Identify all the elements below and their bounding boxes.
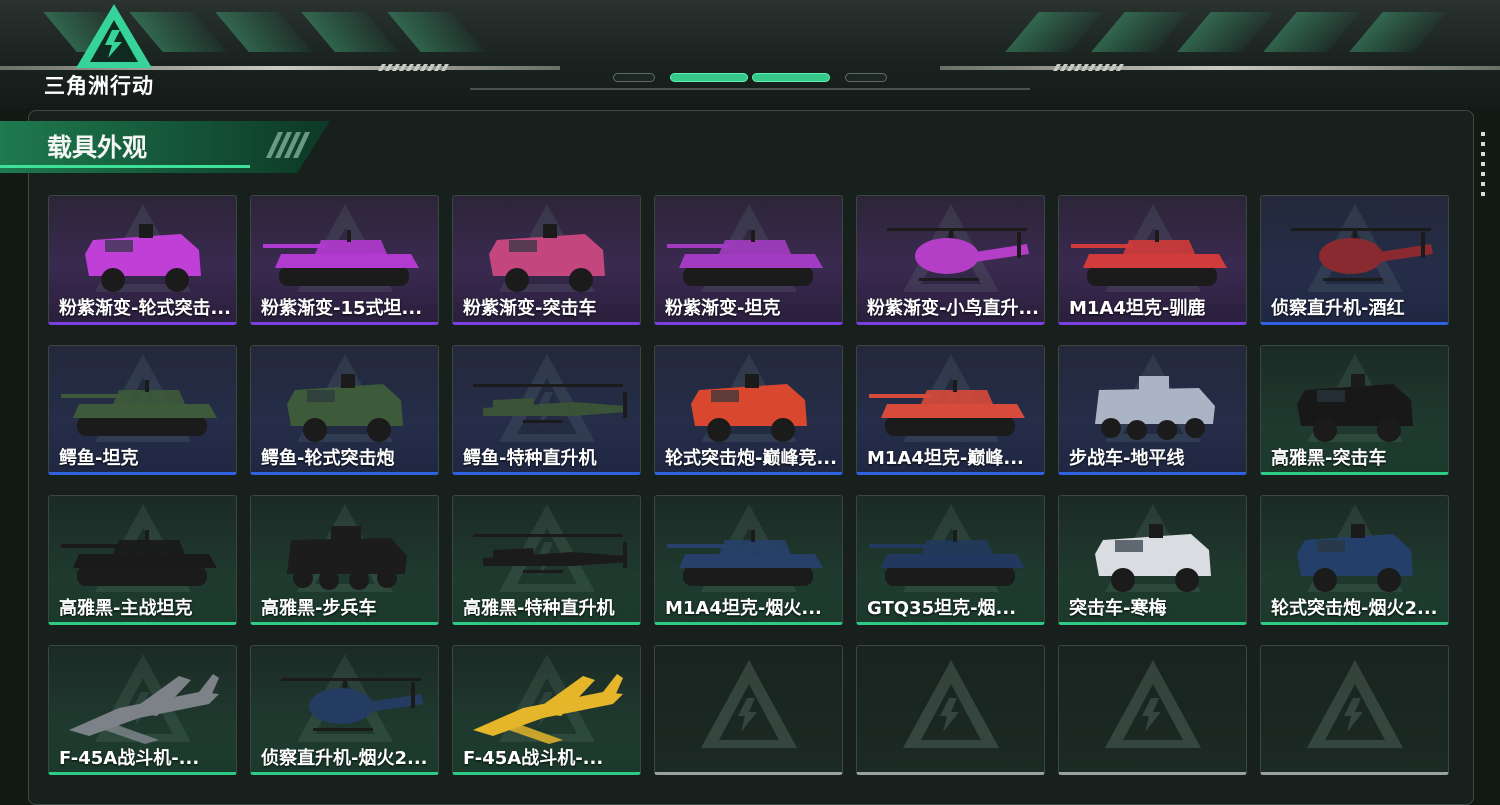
watermark-triangle-icon	[1306, 660, 1403, 748]
attack-helicopter-icon	[473, 384, 627, 423]
armored-car-icon	[287, 374, 403, 442]
empty-slot	[1058, 645, 1247, 775]
top-header: 三角洲行动	[0, 0, 1500, 108]
tank-icon	[667, 230, 823, 286]
skin-card[interactable]: GTQ35坦克-烟...	[856, 495, 1045, 625]
armored-car-icon	[1297, 524, 1413, 592]
page-indicator[interactable]	[613, 73, 655, 82]
skin-card-label: F-45A战斗机-...	[59, 748, 200, 769]
tank-icon	[1071, 230, 1227, 286]
skin-card[interactable]: 轮式突击炮-巅峰竞...	[654, 345, 843, 475]
skin-card[interactable]: 高雅黑-突击车	[1260, 345, 1449, 475]
page-indicator-active[interactable]	[670, 73, 748, 82]
assault-vehicle-icon	[1297, 374, 1413, 442]
skin-card-label: 轮式突击炮-巅峰竞...	[665, 448, 837, 469]
skin-card-label: 粉紫渐变-小鸟直升...	[867, 298, 1039, 319]
assault-vehicle-icon	[489, 224, 605, 292]
helicopter-icon	[1291, 228, 1433, 281]
empty-slot	[856, 645, 1045, 775]
skin-card-label: 侦察直升机-酒红	[1271, 298, 1405, 319]
skin-card-label: 鳄鱼-特种直升机	[463, 448, 597, 469]
skin-card[interactable]: 粉紫渐变-轮式突击...	[48, 195, 237, 325]
page-indicator[interactable]	[845, 73, 887, 82]
armored-car-icon	[691, 374, 807, 442]
empty-slot	[654, 645, 843, 775]
skin-card[interactable]: 高雅黑-步兵车	[250, 495, 439, 625]
skin-card-label: M1A4坦克-巅峰...	[867, 448, 1024, 469]
skin-card-label: 粉紫渐变-15式坦...	[261, 298, 423, 319]
watermark-triangle-icon	[902, 660, 999, 748]
header-ticks-left	[377, 64, 450, 71]
tank-icon	[869, 380, 1025, 436]
skin-card[interactable]: 鳄鱼-轮式突击炮	[250, 345, 439, 475]
skin-card-label: 高雅黑-突击车	[1271, 448, 1387, 469]
assault-vehicle-icon	[1095, 524, 1211, 592]
tank-icon	[869, 530, 1025, 586]
fighter-jet-icon	[473, 674, 623, 744]
tab-slashes	[265, 132, 311, 158]
ifv-icon	[287, 526, 407, 590]
vehicle-skin-grid: 粉紫渐变-轮式突击... 粉紫渐变-15式坦... 粉紫渐变-突击车 粉紫渐变-…	[48, 195, 1449, 775]
skin-card[interactable]: 高雅黑-主战坦克	[48, 495, 237, 625]
skin-card-label: 粉紫渐变-突击车	[463, 298, 597, 319]
helicopter-icon	[887, 228, 1029, 281]
skin-card-label: M1A4坦克-烟火...	[665, 598, 822, 619]
skin-card[interactable]: 侦察直升机-酒红	[1260, 195, 1449, 325]
skin-card[interactable]: M1A4坦克-烟火...	[654, 495, 843, 625]
skin-card[interactable]: F-45A战斗机-...	[48, 645, 237, 775]
skin-card[interactable]: 鳄鱼-特种直升机	[452, 345, 641, 475]
logo-triangle-icon	[76, 4, 152, 68]
skin-card-label: 粉紫渐变-坦克	[665, 298, 781, 319]
skin-card[interactable]: 轮式突击炮-烟火2...	[1260, 495, 1449, 625]
armored-car-icon	[85, 224, 201, 292]
skin-card[interactable]: 高雅黑-特种直升机	[452, 495, 641, 625]
skin-card[interactable]: 步战车-地平线	[1058, 345, 1247, 475]
section-title: 载具外观	[47, 133, 148, 162]
skin-card[interactable]: M1A4坦克-巅峰...	[856, 345, 1045, 475]
skin-card[interactable]: 粉紫渐变-小鸟直升...	[856, 195, 1045, 325]
logo-text: 三角洲行动	[44, 74, 154, 98]
skin-card[interactable]: 鳄鱼-坦克	[48, 345, 237, 475]
skin-card[interactable]: 突击车-寒梅	[1058, 495, 1247, 625]
more-menu-icon[interactable]	[1481, 132, 1485, 196]
skin-card[interactable]: 粉紫渐变-15式坦...	[250, 195, 439, 325]
game-logo: 三角洲行动	[44, 0, 184, 104]
header-ticks-right	[1052, 64, 1125, 71]
skin-card-label: 高雅黑-主战坦克	[59, 598, 193, 619]
ifv-icon	[1095, 376, 1215, 440]
empty-slot	[1260, 645, 1449, 775]
skin-card-label: 鳄鱼-坦克	[59, 448, 139, 469]
skin-card[interactable]: 粉紫渐变-突击车	[452, 195, 641, 325]
watermark-triangle-icon	[1104, 660, 1201, 748]
skin-card-label: 高雅黑-步兵车	[261, 598, 377, 619]
tank-icon	[61, 530, 217, 586]
tank-icon	[667, 530, 823, 586]
skin-card[interactable]: 粉紫渐变-坦克	[654, 195, 843, 325]
attack-helicopter-icon	[473, 534, 627, 573]
helicopter-icon	[281, 678, 423, 731]
skin-card-label: 侦察直升机-烟火2...	[261, 748, 428, 769]
skin-card-label: 突击车-寒梅	[1069, 598, 1167, 619]
skin-card-label: 高雅黑-特种直升机	[463, 598, 615, 619]
section-tab-glow	[0, 165, 250, 168]
header-stripes-right	[1005, 12, 1447, 52]
tank-icon	[61, 380, 217, 436]
skin-card-label: 鳄鱼-轮式突击炮	[261, 448, 395, 469]
skin-card-label: 步战车-地平线	[1069, 448, 1185, 469]
header-center-bar	[470, 60, 1030, 90]
fighter-jet-icon	[69, 674, 219, 744]
skin-card-label: 轮式突击炮-烟火2...	[1271, 598, 1438, 619]
tank-icon	[263, 230, 419, 286]
skin-card-label: GTQ35坦克-烟...	[867, 598, 1017, 619]
skin-card-label: 粉紫渐变-轮式突击...	[59, 298, 231, 319]
skin-card[interactable]: M1A4坦克-驯鹿	[1058, 195, 1247, 325]
skin-card-label: F-45A战斗机-...	[463, 748, 604, 769]
watermark-triangle-icon	[700, 660, 797, 748]
skin-card[interactable]: 侦察直升机-烟火2...	[250, 645, 439, 775]
skin-card-label: M1A4坦克-驯鹿	[1069, 298, 1206, 319]
page-indicator-active[interactable]	[752, 73, 830, 82]
skin-card[interactable]: F-45A战斗机-...	[452, 645, 641, 775]
